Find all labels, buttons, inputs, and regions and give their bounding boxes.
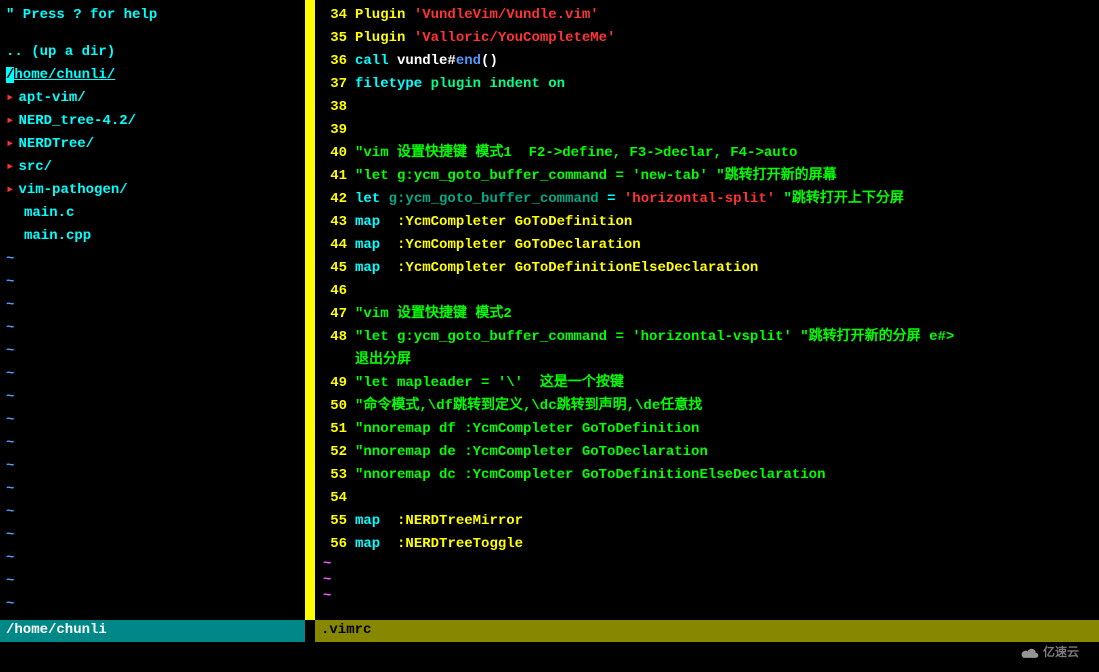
tilde: ~ [6,547,299,570]
line-number: 46 [315,280,355,303]
tilde: ~ [6,409,299,432]
arrow-icon: ▸ [6,136,14,152]
tree-dir[interactable]: ▸src/ [6,156,299,179]
tree-dir[interactable]: ▸NERDTree/ [6,133,299,156]
tilde: ~ [6,570,299,593]
code-line[interactable]: 34Plugin 'VundleVim/Vundle.vim' [315,4,1099,27]
code-line[interactable]: 37filetype plugin indent on [315,73,1099,96]
line-number: 43 [315,211,355,234]
tilde: ~ [315,572,1099,588]
code-line[interactable]: 51"nnoremap df :YcmCompleter GoToDefinit… [315,418,1099,441]
code-line[interactable]: 47"vim 设置快捷键 模式2 [315,303,1099,326]
code-line[interactable]: 46 [315,280,1099,303]
nerdtree-updir[interactable]: .. (up a dir) [6,41,299,64]
line-number: 41 [315,165,355,188]
code-line[interactable]: 56map :NERDTreeToggle [315,533,1099,556]
code-line[interactable]: 53"nnoremap dc :YcmCompleter GoToDefinit… [315,464,1099,487]
code-line[interactable]: 38 [315,96,1099,119]
line-number: 34 [315,4,355,27]
line-number: 36 [315,50,355,73]
line-number: 51 [315,418,355,441]
line-number: 45 [315,257,355,280]
watermark: 亿速云 [1020,643,1079,660]
line-number: 47 [315,303,355,326]
tree-dir[interactable]: ▸vim-pathogen/ [6,179,299,202]
line-number: 40 [315,142,355,165]
tilde: ~ [6,455,299,478]
arrow-icon: ▸ [6,90,14,106]
line-number: 37 [315,73,355,96]
code-line[interactable]: 44map :YcmCompleter GoToDeclaration [315,234,1099,257]
tilde: ~ [6,340,299,363]
arrow-icon: ▸ [6,113,14,129]
status-right: .vimrc [315,620,1099,642]
tilde: ~ [6,478,299,501]
code-line[interactable]: 50"命令模式,\df跳转到定义,\dc跳转到声明,\de任意找 [315,395,1099,418]
tilde: ~ [6,501,299,524]
tree-dir[interactable]: ▸NERD_tree-4.2/ [6,110,299,133]
nerdtree-sidebar[interactable]: " Press ? for help .. (up a dir) /home/c… [0,0,305,620]
line-number: 56 [315,533,355,556]
tilde: ~ [6,432,299,455]
code-line[interactable]: 43map :YcmCompleter GoToDefinition [315,211,1099,234]
code-line[interactable]: 48"let g:ycm_goto_buffer_command = 'hori… [315,326,1099,349]
code-line[interactable]: 54 [315,487,1099,510]
code-line[interactable]: 36call vundle#end() [315,50,1099,73]
line-number: 35 [315,27,355,50]
code-line[interactable]: 退出分屏 [315,349,1099,372]
line-number: 55 [315,510,355,533]
line-number: 42 [315,188,355,211]
code-line[interactable]: 39 [315,119,1099,142]
line-number: 49 [315,372,355,395]
code-line[interactable]: 49"let mapleader = '\' 这是一个按键 [315,372,1099,395]
cloud-icon [1020,647,1040,659]
code-line[interactable]: 40"vim 设置快捷键 模式1 F2->define, F3->declar,… [315,142,1099,165]
code-line[interactable]: 35Plugin 'Valloric/YouCompleteMe' [315,27,1099,50]
tilde: ~ [6,294,299,317]
code-line[interactable]: 55map :NERDTreeMirror [315,510,1099,533]
tree-dir[interactable]: ▸apt-vim/ [6,87,299,110]
split-divider[interactable] [305,0,315,620]
line-number: 48 [315,326,355,349]
arrow-icon: ▸ [6,182,14,198]
nerdtree-help: " Press ? for help [6,4,299,27]
tilde: ~ [6,248,299,271]
tilde: ~ [6,271,299,294]
tilde: ~ [315,556,1099,572]
vim-window: " Press ? for help .. (up a dir) /home/c… [0,0,1099,620]
line-number [315,349,355,372]
tilde: ~ [6,524,299,547]
status-left: /home/chunli [0,620,305,642]
code-line[interactable]: 52"nnoremap de :YcmCompleter GoToDeclara… [315,441,1099,464]
command-line[interactable] [0,642,1099,672]
tilde: ~ [315,588,1099,604]
line-number: 39 [315,119,355,142]
tree-file[interactable]: main.cpp [6,225,299,248]
line-number: 54 [315,487,355,510]
statusbar: /home/chunli .vimrc [0,620,1099,642]
tree-file[interactable]: main.c [6,202,299,225]
arrow-icon: ▸ [6,159,14,175]
tilde: ~ [6,593,299,616]
line-number: 50 [315,395,355,418]
line-number: 44 [315,234,355,257]
line-number: 38 [315,96,355,119]
code-line[interactable]: 42let g:ycm_goto_buffer_command = 'horiz… [315,188,1099,211]
tilde: ~ [6,317,299,340]
tilde: ~ [6,386,299,409]
editor-pane[interactable]: 34Plugin 'VundleVim/Vundle.vim'35Plugin … [315,0,1099,620]
line-number: 52 [315,441,355,464]
line-number: 53 [315,464,355,487]
code-line[interactable]: 45map :YcmCompleter GoToDefinitionElseDe… [315,257,1099,280]
code-line[interactable]: 41"let g:ycm_goto_buffer_command = 'new-… [315,165,1099,188]
nerdtree-path[interactable]: /home/chunli/ [6,64,299,87]
tilde: ~ [6,363,299,386]
